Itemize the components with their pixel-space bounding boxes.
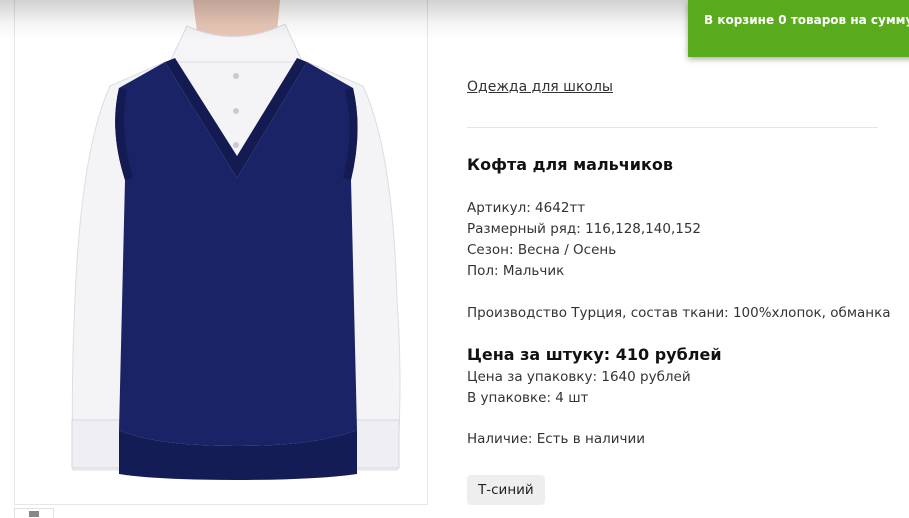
- gallery-thumbnail[interactable]: [14, 508, 54, 518]
- sweater-vest-with-white-shirt-image: [71, 0, 401, 480]
- thumbnail-icon: [29, 511, 39, 517]
- shirt-button: [233, 108, 239, 114]
- product-origin-composition: Производство Турция, состав ткани: 100%х…: [467, 305, 891, 321]
- cart-summary[interactable]: В корзине 0 товаров на сумму 0: [688, 0, 909, 57]
- breadcrumb-category-link[interactable]: Одежда для школы: [467, 79, 613, 95]
- product-article: Артикул: 4642тт: [467, 200, 586, 216]
- cart-prefix: В корзине: [704, 13, 779, 27]
- product-title: Кофта для мальчиков: [467, 155, 673, 174]
- color-option-button[interactable]: Т-синий: [467, 475, 545, 505]
- right-cuff: [350, 419, 400, 469]
- shirt-button: [233, 73, 239, 79]
- price-per-unit: Цена за штуку: 410 рублей: [467, 345, 722, 364]
- product-gender: Пол: Мальчик: [467, 263, 565, 279]
- cart-count: 0 товаров: [778, 13, 847, 27]
- price-per-pack: Цена за упаковку: 1640 рублей: [467, 369, 691, 385]
- shirt-button: [233, 142, 239, 148]
- pack-quantity: В упаковке: 4 шт: [467, 390, 589, 406]
- product-sizes: Размерный ряд: 116,128,140,152: [467, 221, 702, 237]
- product-image-frame[interactable]: [14, 0, 428, 505]
- divider: [467, 127, 878, 128]
- left-cuff: [71, 419, 121, 469]
- availability-status: Наличие: Есть в наличии: [467, 431, 646, 447]
- product-season: Сезон: Весна / Осень: [467, 242, 617, 258]
- cart-middle: на сумму: [850, 13, 909, 27]
